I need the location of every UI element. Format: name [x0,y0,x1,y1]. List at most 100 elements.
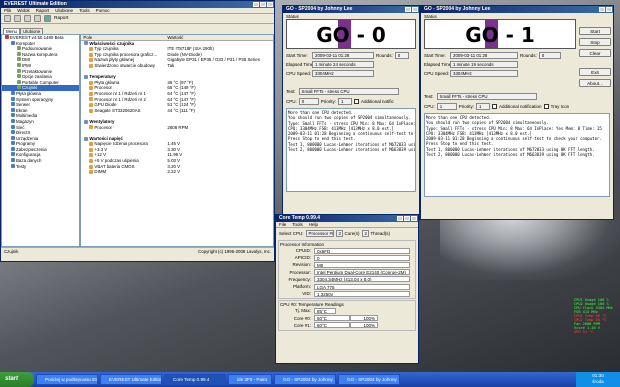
additional-notification-label: Additional notification [499,104,542,109]
go-indicator: GO - 1 [424,19,576,49]
go-text: GO - 0 [316,23,386,47]
go-text: GO - 1 [465,23,535,47]
additional-notification-label: Additional notific [361,99,394,104]
menu-item[interactable]: Tools [79,8,90,13]
row-icon [84,119,89,124]
elapsed-value: 1 minute 19 seconds [450,61,518,68]
info-label: Revision: [292,262,311,268]
test-select[interactable]: Small FFTs - stress CPU [298,88,399,95]
additional-notification-checkbox[interactable] [492,104,498,109]
row-icon [89,158,94,163]
cpu-select[interactable]: 1 [436,103,457,110]
about-button[interactable]: About... [579,79,611,87]
tjmax-value: 85°C [314,307,336,314]
info-value: 1.3250v [314,290,410,297]
system-tray: 01:30 środa [576,372,620,387]
close-icon[interactable] [267,2,273,7]
sp0-titlebar[interactable]: GO - SP2004 by Johnny Lee [283,6,419,13]
everest-window: EVEREST Ultimate Edition Plik Widok Raport… [0,0,275,262]
test-label: Test: [286,89,296,94]
tray-icon-checkbox[interactable] [543,104,549,109]
everest-titlebar[interactable]: EVEREST Ultimate Edition [1,1,274,8]
close-icon[interactable] [606,7,612,12]
row-icon [89,63,94,68]
forward-icon[interactable] [14,15,21,22]
value-cell: 2.22 V [167,169,181,175]
column-field[interactable]: Pole [81,35,167,40]
menu-item[interactable]: Widok [17,8,30,13]
priority-select[interactable]: 1 [338,98,353,105]
window-title: Core Temp 0.99.4 [279,215,321,221]
menu-item[interactable]: Raport [36,8,50,13]
close-icon[interactable] [411,216,417,221]
cpu-select[interactable]: Processor #0 [305,230,334,237]
row-icon [89,97,94,102]
close-icon[interactable] [412,7,418,12]
elapsed-label: Elapsed Time: [286,62,315,67]
maximize-icon[interactable] [404,216,410,221]
minimize-icon[interactable] [397,216,403,221]
taskbar-item[interactable]: Poniżej w podkręcaniu E5... [36,374,98,385]
additional-notification-checkbox[interactable] [354,99,360,104]
coretemp-titlebar[interactable]: Core Temp 0.99.4 [276,215,418,222]
sp1-titlebar[interactable]: GO - SP2004 by Johnny Lee [421,6,613,13]
taskbar-item[interactable]: GO - SP2004 by Johnny ... [338,374,400,385]
info-value: M0 [314,261,410,268]
menu-item[interactable]: Pomoc [96,8,110,13]
start-button[interactable]: Start [579,27,611,35]
clock-day: środa [592,379,604,384]
column-value[interactable]: Wartość [167,35,183,40]
minimize-icon[interactable] [253,2,259,7]
field-label: Nazwa płyty głównej [94,57,135,63]
tjmax-label: Tj. Max: [294,308,311,314]
start-time-label: Start Time: [286,53,308,58]
back-icon[interactable] [4,15,11,22]
priority-select[interactable]: 1 [476,103,491,110]
report-button[interactable]: Raport [54,16,68,21]
minimize-icon[interactable] [599,7,605,12]
tree-node-icon [11,96,15,101]
tree-item[interactable]: Testy [2,163,79,170]
test-select[interactable]: Small FFTs - stress CPU [436,93,537,100]
start-button[interactable]: start [0,372,34,387]
start-time-label: Start Time: [424,53,446,58]
tree-node-icon [17,85,21,90]
menu-item[interactable]: Help [309,222,318,227]
taskbar-item[interactable]: GO - SP2004 by Johnny ... [274,374,336,385]
info-label: Processor: [289,269,311,275]
go-indicator: GO - 0 [286,19,416,49]
stop-button[interactable]: Stop [579,38,611,46]
tree-panel: EVEREST v4.50.1480 Beta Komputer Podsumowa… [1,34,81,247]
refresh-icon[interactable] [34,15,41,22]
menu-item[interactable]: Plik [4,8,11,13]
up-icon[interactable] [24,15,31,22]
status-bar: Czujnik Copyright (c) 1995-2008 Lavalys,… [1,247,274,255]
sp1-log: More than one CPU detected. You should ru… [424,113,610,197]
row-icon [89,86,94,91]
menu-item[interactable]: Tools [292,222,303,227]
menu-item[interactable]: File [279,222,286,227]
info-label: Frequency: [288,276,311,282]
taskbar: start Poniżej w podkręcaniu E5... EVEREST… [0,372,620,387]
cpu-select[interactable]: 0 [298,98,319,105]
cpu-speed-label: CPU Speed: [286,71,312,76]
desktop-sensor-overlay: CPU1 Usage 100 % CPU2 Usage 100 % CPU Cloc… [574,298,620,334]
taskbar-item[interactable]: ide 3F0 - Paint [228,374,272,385]
tree-node-icon [11,102,15,107]
exit-button[interactable]: Exit [579,68,611,76]
field-label: Procesor [94,85,112,91]
taskbar-item[interactable]: Core Temp 0.99.4 [164,374,226,385]
field-label: Stwierdzono otwarcie obudowy [94,62,155,68]
menu-item[interactable]: Ulubione [55,8,73,13]
window-title: GO - SP2004 by Johnny Lee [286,6,353,12]
rounds-value: 0 [538,52,561,59]
minimize-icon[interactable] [405,7,411,12]
tree-node-icon [17,62,21,67]
report-icon[interactable] [44,15,51,22]
maximize-icon[interactable] [260,2,266,7]
taskbar-item[interactable]: EVEREST Ultimate Edition [100,374,162,385]
rounds-label: Rounds: [376,53,393,58]
clear-button[interactable]: Clear [579,49,611,57]
tree-node-icon [11,124,15,129]
table-row[interactable]: DIMM 2.22 V [81,169,273,175]
